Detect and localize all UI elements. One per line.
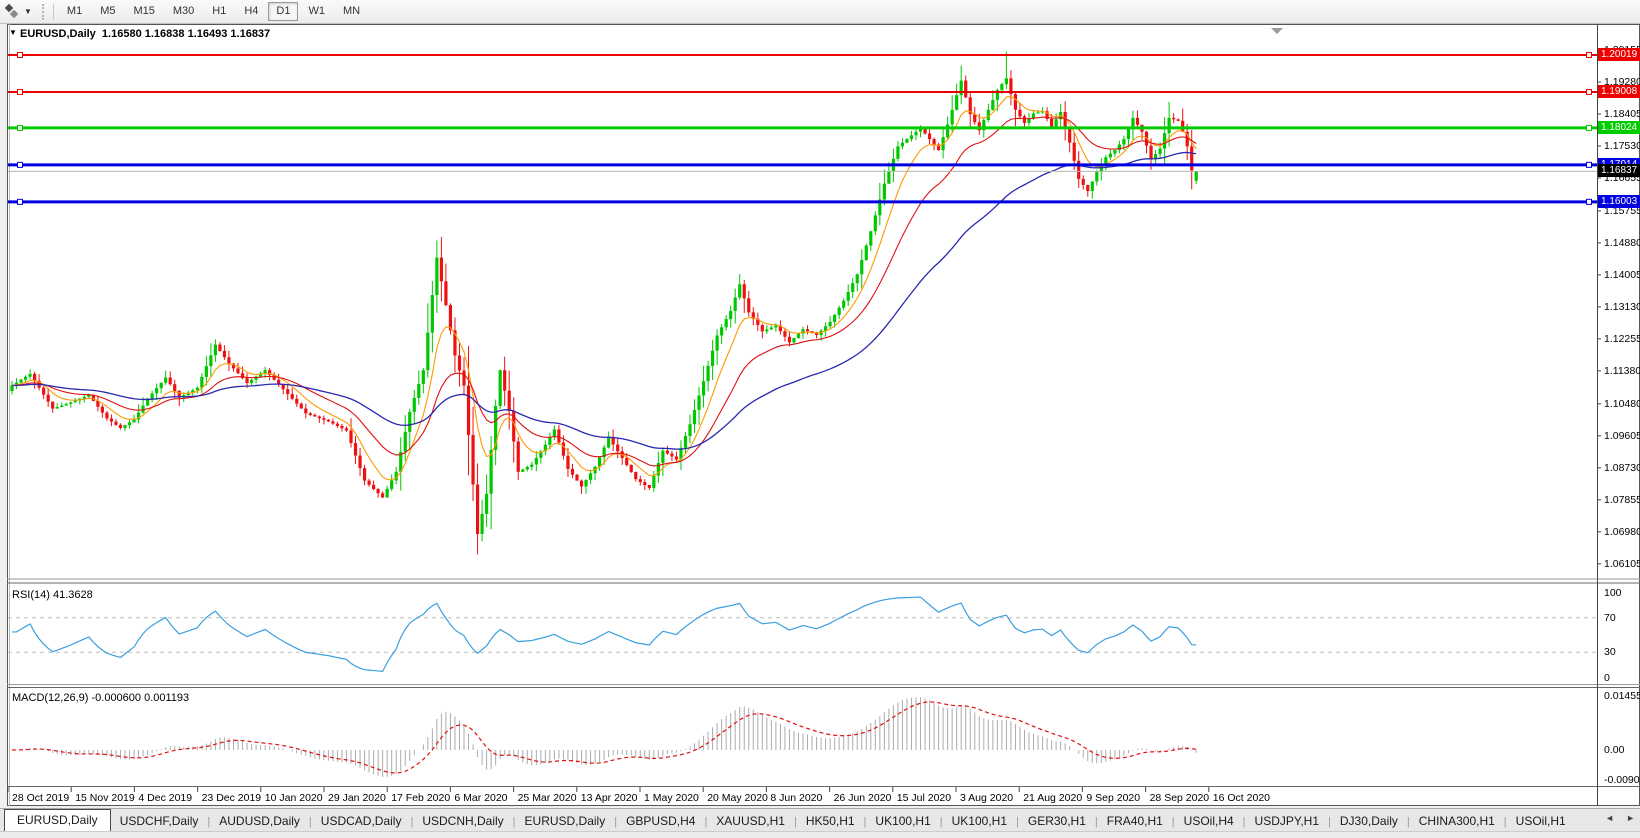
timeframe-button-d1[interactable]: D1 [268, 2, 298, 21]
bottom-tab-2[interactable]: AUDUSD,Daily [210, 811, 309, 832]
price-tick-label: 1.14880 [1604, 237, 1640, 249]
date-label: 6 Mar 2020 [454, 792, 507, 804]
cursor-tool-icon[interactable] [4, 4, 22, 20]
date-label: 1 May 2020 [644, 792, 699, 804]
timeframe-toolbar: ▼ M1M5M15M30H1H4D1W1MN [0, 0, 1640, 24]
bottom-tab-9[interactable]: UK100,H1 [866, 811, 939, 832]
date-label: 28 Oct 2019 [12, 792, 69, 804]
ohlc-close: 1.16837 [230, 28, 270, 40]
price-tick-label: 1.14005 [1604, 269, 1640, 281]
price-tick-label: 1.11380 [1604, 365, 1640, 377]
level-price-label: 1.18024 [1598, 121, 1640, 134]
date-label: 20 May 2020 [707, 792, 768, 804]
price-tick-label: 1.10480 [1604, 398, 1640, 410]
tab-scroll-right-icon[interactable]: ► [1623, 812, 1638, 824]
timeframe-button-h1[interactable]: H1 [204, 2, 234, 21]
mt4-window: ▼ M1M5M15M30H1H4D1W1MN ▼ EURUSD,Daily 1.… [0, 0, 1640, 838]
date-label: 17 Feb 2020 [391, 792, 450, 804]
price-tick-label: 1.07855 [1604, 494, 1640, 506]
toolbar-grip[interactable] [42, 4, 48, 20]
bottom-tab-5[interactable]: EURUSD,Daily [516, 811, 615, 832]
bottom-tab-10[interactable]: UK100,H1 [943, 811, 1016, 832]
date-label: 13 Apr 2020 [581, 792, 638, 804]
date-axis[interactable]: 28 Oct 2019 15 Nov 20194 Dec 2019 23 Dec 2… [0, 789, 1597, 807]
macd-values: -0.000600 0.001193 [91, 692, 189, 704]
price-tick-label: 1.06980 [1604, 526, 1640, 538]
chart-plot-area[interactable] [8, 42, 1597, 578]
date-label: 4 Dec 2019 [138, 792, 192, 804]
chart-title: EURUSD,Daily 1.16580 1.16838 1.16493 1.1… [20, 28, 270, 40]
rsi-label: RSI(14) 41.3628 [12, 589, 93, 601]
timeframe-button-m15[interactable]: M15 [125, 2, 162, 21]
macd-name: MACD(12,26,9) [12, 692, 88, 704]
price-tick-label: 1.08730 [1604, 462, 1640, 474]
level-price-label: 1.16003 [1598, 195, 1640, 208]
date-label: 29 Jan 2020 [328, 792, 386, 804]
price-tick-label: 1.17530 [1604, 140, 1640, 152]
bottom-tab-15[interactable]: DJ30,Daily [1331, 811, 1407, 832]
status-bar [0, 831, 1640, 838]
level-price-label: 1.20019 [1598, 48, 1640, 61]
date-label: 15 Jul 2020 [897, 792, 951, 804]
timeframe-buttons: M1M5M15M30H1H4D1W1MN [58, 2, 369, 21]
timeframe-button-mn[interactable]: MN [335, 2, 368, 21]
tab-scroll-arrows: ◄ ► [1602, 812, 1638, 824]
date-label: 8 Jun 2020 [770, 792, 822, 804]
toolbar-separator [53, 4, 54, 20]
price-tick-label: 1.12255 [1604, 333, 1640, 345]
bottom-tab-12[interactable]: FRA40,H1 [1098, 811, 1172, 832]
tab-scroll-left-icon[interactable]: ◄ [1602, 812, 1617, 824]
price-tick-label: 1.09605 [1604, 430, 1640, 442]
ohlc-low: 1.16493 [188, 28, 228, 40]
rsi-value: 41.3628 [53, 589, 93, 601]
price-tick-label: 1.06105 [1604, 558, 1640, 570]
date-label: 26 Jun 2020 [834, 792, 892, 804]
date-label: 10 Jan 2020 [265, 792, 323, 804]
bottom-tab-16[interactable]: CHINA300,H1 [1410, 811, 1504, 832]
date-label: 16 Oct 2020 [1213, 792, 1270, 804]
date-label: 23 Dec 2019 [202, 792, 262, 804]
date-label: 21 Aug 2020 [1023, 792, 1082, 804]
ohlc-open: 1.16580 [102, 28, 142, 40]
bottom-tab-8[interactable]: HK50,H1 [797, 811, 864, 832]
timeframe-button-m1[interactable]: M1 [59, 2, 90, 21]
price-scale[interactable]: 1.201551.192801.184051.175301.166551.157… [1598, 24, 1640, 788]
bottom-tab-11[interactable]: GER30,H1 [1019, 811, 1095, 832]
bottom-tab-3[interactable]: USDCAD,Daily [312, 811, 411, 832]
date-label: 15 Nov 2019 [75, 792, 135, 804]
bottom-tab-17[interactable]: USOil,H1 [1507, 811, 1575, 832]
chevron-down-icon[interactable]: ▼ [24, 7, 32, 16]
timeframe-button-h4[interactable]: H4 [236, 2, 266, 21]
bottom-tab-4[interactable]: USDCNH,Daily [413, 811, 512, 832]
ohlc-high: 1.16838 [145, 28, 185, 40]
price-tick-label: 1.13130 [1604, 301, 1640, 313]
bottom-tab-7[interactable]: XAUUSD,H1 [707, 811, 794, 832]
macd-label: MACD(12,26,9) -0.000600 0.001193 [12, 692, 189, 704]
date-label: 3 Aug 2020 [960, 792, 1013, 804]
bottom-tab-1[interactable]: USDCHF,Daily [111, 811, 208, 832]
level-price-label: 1.19008 [1598, 85, 1640, 98]
date-label: 9 Sep 2020 [1086, 792, 1140, 804]
bottom-tab-14[interactable]: USDJPY,H1 [1246, 811, 1328, 832]
chart-menu-caret-icon[interactable]: ▼ [9, 28, 17, 37]
date-label: 25 Mar 2020 [518, 792, 577, 804]
timeframe-button-m30[interactable]: M30 [165, 2, 202, 21]
bottom-tab-6[interactable]: GBPUSD,H4 [617, 811, 704, 832]
price-tick-label: 1.18405 [1604, 108, 1640, 120]
timeframe-button-w1[interactable]: W1 [300, 2, 333, 21]
rsi-name: RSI(14) [12, 589, 50, 601]
bottom-tab-13[interactable]: USOil,H4 [1175, 811, 1243, 832]
date-label: 28 Sep 2020 [1150, 792, 1210, 804]
bottom-tab-0[interactable]: EURUSD,Daily [4, 809, 111, 832]
timeframe-button-m5[interactable]: M5 [92, 2, 123, 21]
chart-tab-bar: EURUSD,DailyUSDCHF,Daily|AUDUSD,Daily|US… [0, 808, 1640, 832]
chart-symbol: EURUSD,Daily [20, 28, 96, 40]
level-price-label: 1.16837 [1598, 164, 1640, 177]
